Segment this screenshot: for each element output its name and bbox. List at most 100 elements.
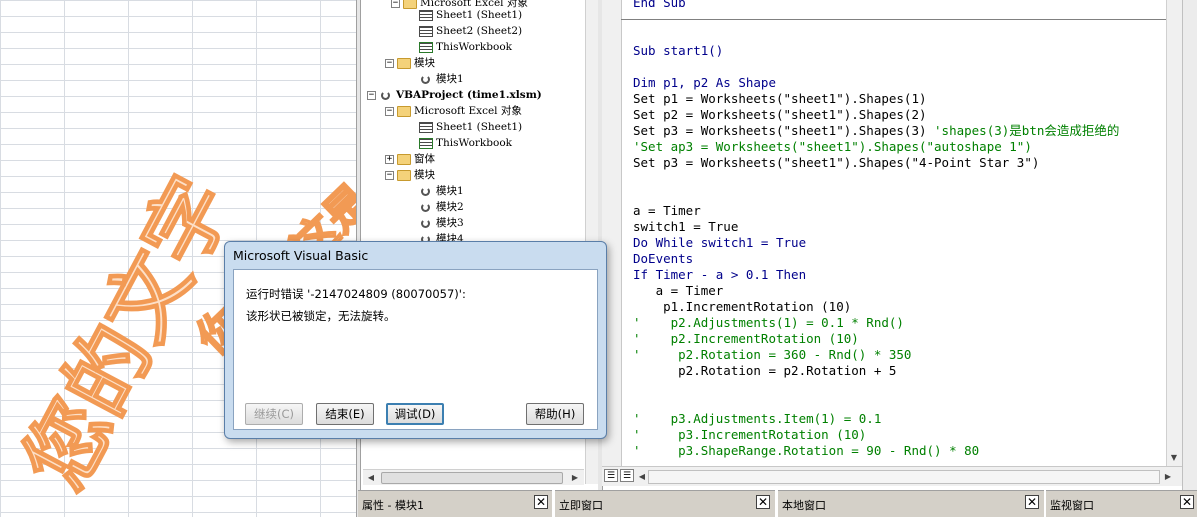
sheet-icon (419, 121, 433, 133)
collapse-icon[interactable]: − (385, 58, 394, 68)
code-line[interactable]: ' p3.IncrementRotation (10) (633, 427, 866, 443)
pane-title: 属性 - 模块1 (362, 499, 424, 512)
tree-node[interactable]: ThisWorkbook (419, 135, 512, 151)
scroll-thumb[interactable] (381, 472, 563, 484)
tree-node[interactable]: ThisWorkbook (419, 39, 512, 55)
tree-label: 模块3 (436, 217, 464, 229)
close-icon[interactable]: ✕ (1180, 495, 1194, 509)
folder-icon (397, 57, 411, 69)
tree-label: Sheet2 (Sheet2) (436, 25, 523, 37)
tree-node[interactable]: − 模块 (385, 55, 435, 71)
tree-node[interactable]: Sheet2 (Sheet2) (419, 23, 522, 39)
end-button[interactable]: 结束(E) (316, 403, 374, 425)
code-line[interactable]: ' p3.ShapeRange.Rotation = 90 - Rnd() * … (633, 443, 979, 459)
scroll-right-icon[interactable]: ▶ (569, 472, 581, 483)
error-dialog: Microsoft Visual Basic 运行时错误 '-214702480… (224, 241, 607, 439)
code-line[interactable]: If Timer - a > 0.1 Then (633, 267, 806, 283)
code-line[interactable]: p1.IncrementRotation (10) (633, 299, 851, 315)
tree-node[interactable]: 模块1 (419, 183, 464, 199)
right-scrollbar[interactable] (1182, 0, 1197, 490)
tree-node[interactable]: Sheet1 (Sheet1) (419, 119, 522, 135)
code-line[interactable]: Set p3 = Worksheets("sheet1").Shapes("4-… (633, 155, 1039, 171)
folder-icon (397, 105, 411, 117)
code-line[interactable]: End Sub (633, 0, 686, 11)
tree-node[interactable]: 模块1 (419, 71, 464, 87)
module-icon (419, 202, 433, 213)
code-line[interactable]: Dim p1, p2 As Shape (633, 75, 776, 91)
scroll-right-icon[interactable]: ▶ (1162, 471, 1174, 482)
code-line[interactable]: DoEvents (633, 251, 693, 267)
collapse-icon[interactable]: − (367, 90, 376, 100)
locals-pane: 本地窗口 ✕ (778, 490, 1044, 517)
tree-node[interactable]: 模块3 (419, 215, 464, 231)
error-message-text: 该形状已被锁定，无法旋转。 (246, 309, 396, 323)
properties-pane: 属性 - 模块1 ✕ (358, 490, 552, 517)
module-icon (419, 74, 433, 85)
code-vertical-scrollbar[interactable]: ▼ (1166, 0, 1183, 466)
close-icon[interactable]: ✕ (1025, 495, 1039, 509)
sheet-icon (419, 9, 433, 21)
tree-node[interactable]: − Microsoft Excel 对象 (385, 103, 522, 119)
tree-label: ThisWorkbook (436, 41, 513, 53)
tree-label: 模块 (414, 57, 435, 69)
scroll-left-icon[interactable]: ◀ (365, 472, 377, 483)
tree-label: 模块 (414, 169, 435, 181)
code-line[interactable]: p2.Rotation = p2.Rotation + 5 (633, 363, 896, 379)
project-icon (379, 90, 393, 101)
folder-icon (397, 153, 411, 165)
tree-label: Microsoft Excel 对象 (414, 105, 522, 117)
error-code-text: 运行时错误 '-2147024809 (80070057)': (246, 287, 466, 301)
procedure-separator (621, 19, 1182, 20)
tree-node[interactable]: 模块2 (419, 199, 464, 215)
code-line[interactable]: Set p1 = Worksheets("sheet1").Shapes(1) (633, 91, 927, 107)
expand-icon[interactable]: + (385, 154, 394, 164)
tree-node[interactable]: − 模块 (385, 167, 435, 183)
code-line[interactable]: ' p2.IncrementRotation (10) (633, 331, 859, 347)
folder-icon (403, 0, 417, 9)
dialog-body: 运行时错误 '-2147024809 (80070057)': 该形状已被锁定，… (233, 269, 598, 430)
code-line[interactable]: 'Set ap3 = Worksheets("sheet1").Shapes("… (633, 139, 1032, 155)
scroll-down-icon[interactable]: ▼ (1168, 452, 1180, 463)
code-line[interactable]: ' p2.Rotation = 360 - Rnd() * 350 (633, 347, 911, 363)
full-module-view-icon[interactable]: ☰ (620, 469, 634, 482)
code-horizontal-scrollbar[interactable] (648, 470, 1160, 484)
code-bottom-bar: ☰ ☰ ◀ ▶ (602, 466, 1182, 486)
procedure-view-icon[interactable]: ☰ (604, 469, 618, 482)
workbook-icon (419, 137, 433, 149)
code-line[interactable]: ' p3.Adjustments.Item(1) = 0.1 (633, 411, 881, 427)
tree-node[interactable]: + 窗体 (385, 151, 435, 167)
tree-label: 模块1 (436, 73, 464, 85)
code-line[interactable]: Set p2 = Worksheets("sheet1").Shapes(2) (633, 107, 927, 123)
module-icon (419, 186, 433, 197)
pane-title: 立即窗口 (559, 499, 603, 512)
tree-node[interactable]: Sheet1 (Sheet1) (419, 7, 522, 23)
code-line[interactable]: ' p2.Adjustments(1) = 0.1 * Rnd() (633, 315, 904, 331)
workbook-icon (419, 41, 433, 53)
code-line[interactable]: switch1 = True (633, 219, 738, 235)
code-line[interactable]: Do While switch1 = True (633, 235, 806, 251)
debug-button[interactable]: 调试(D) (386, 403, 444, 425)
scroll-left-icon[interactable]: ◀ (636, 471, 648, 482)
tree-label: 模块2 (436, 201, 464, 213)
close-icon[interactable]: ✕ (534, 495, 548, 509)
tree-label: VBAProject (time1.xlsm) (396, 89, 542, 101)
tree-label: Sheet1 (Sheet1) (436, 121, 523, 133)
project-horizontal-scrollbar[interactable]: ◀ ▶ (363, 469, 584, 485)
folder-icon (397, 169, 411, 181)
code-line[interactable]: a = Timer (633, 283, 724, 299)
close-icon[interactable]: ✕ (756, 495, 770, 509)
continue-button[interactable]: 继续(C) (245, 403, 303, 425)
code-line[interactable]: a = Timer (633, 203, 701, 219)
collapse-icon[interactable]: − (391, 0, 400, 8)
dialog-title: Microsoft Visual Basic (233, 248, 369, 263)
code-line[interactable]: Sub start1() (633, 43, 723, 59)
code-line[interactable]: Set p3 = Worksheets("sheet1").Shapes(3) … (633, 123, 1119, 139)
pane-title: 本地窗口 (782, 499, 826, 512)
code-window[interactable]: End Sub Sub start1() Dim p1, p2 As Shape Se… (602, 0, 1182, 466)
collapse-icon[interactable]: − (385, 170, 394, 180)
tree-label: 模块1 (436, 185, 464, 197)
help-button[interactable]: 帮助(H) (526, 403, 584, 425)
tree-label: 窗体 (414, 153, 435, 165)
tree-node[interactable]: − VBAProject (time1.xlsm) (367, 87, 542, 103)
collapse-icon[interactable]: − (385, 106, 394, 116)
